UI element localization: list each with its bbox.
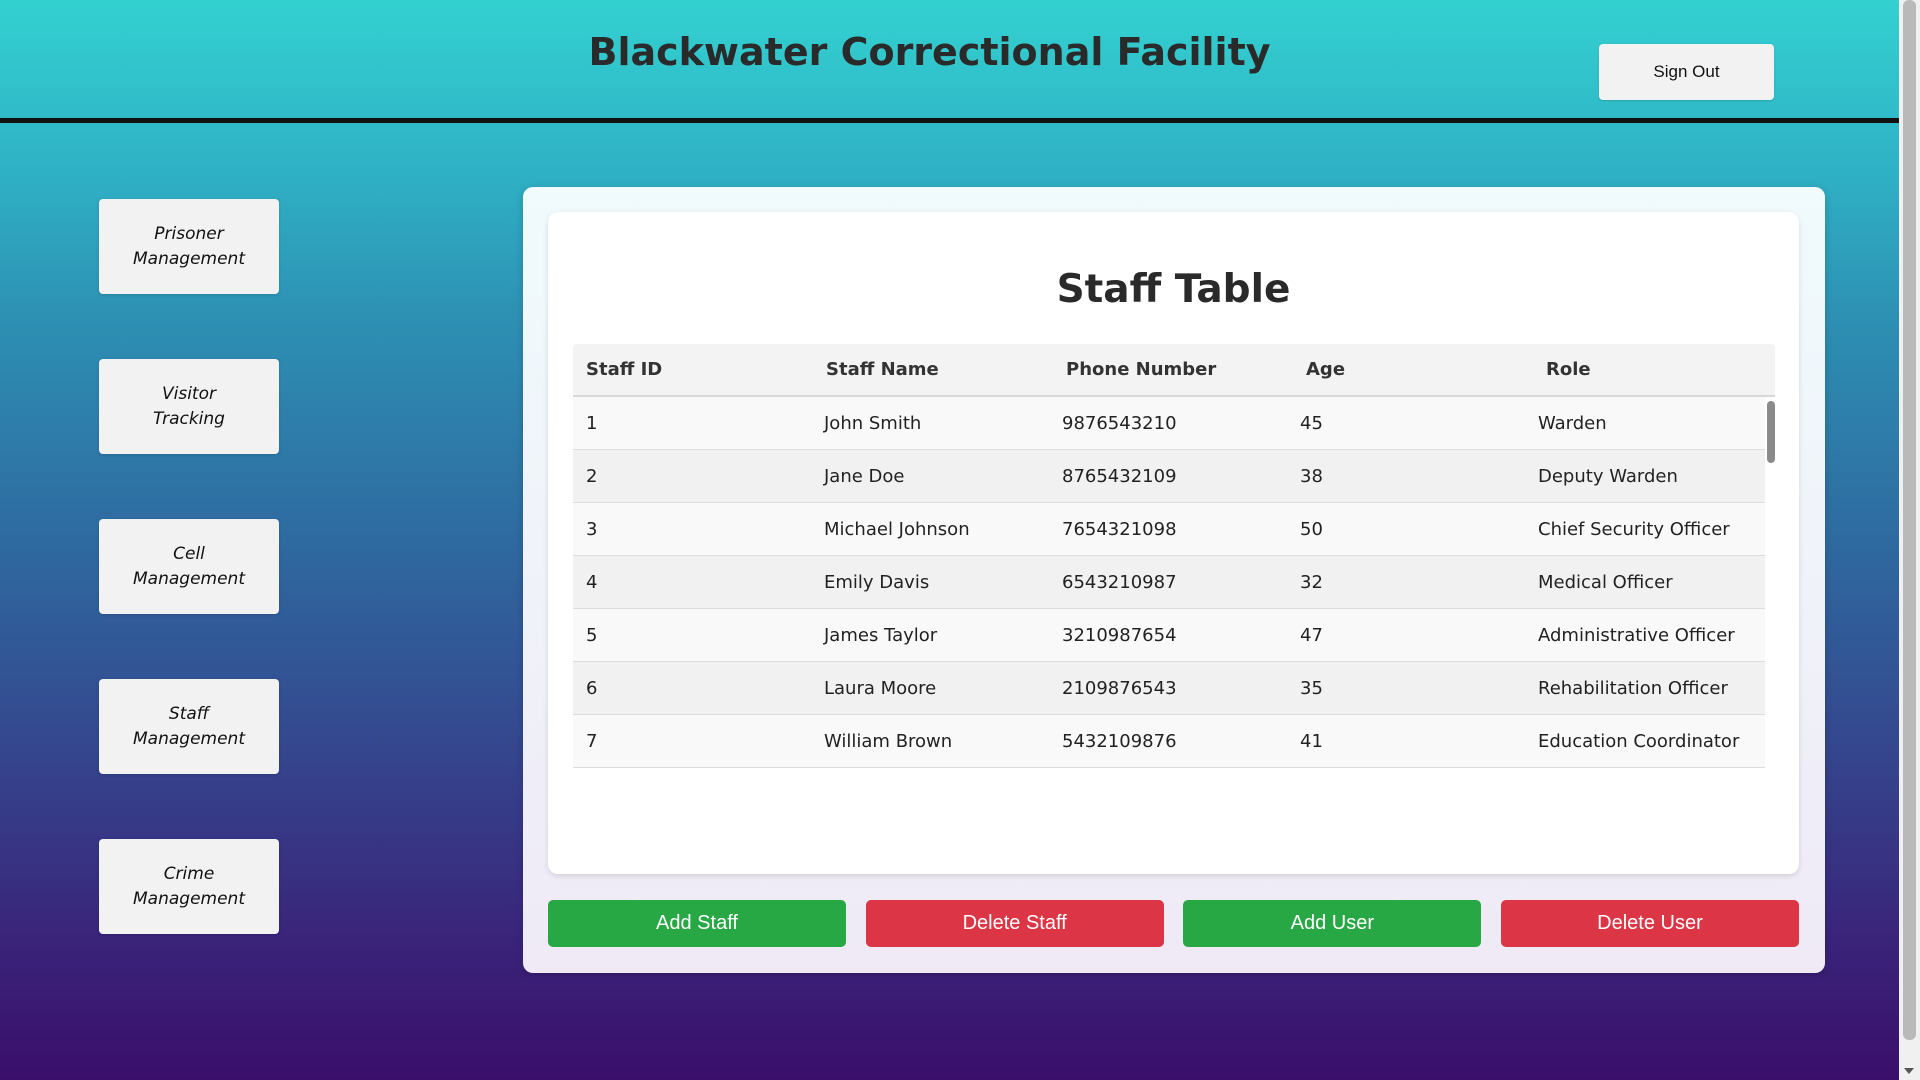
cell-phone-number: 8765432109 <box>1062 465 1177 487</box>
sidebar-item-crime-management[interactable]: Crime Management <box>99 839 279 934</box>
cell-age: 47 <box>1300 624 1323 646</box>
table-row[interactable]: 2 Jane Doe 8765432109 38 Deputy Warden <box>573 450 1765 503</box>
staff-table-card: Staff Table Staff ID Staff Name Phone Nu… <box>548 212 1799 874</box>
window-scrollbar[interactable] <box>1899 0 1920 1080</box>
column-header-staff-name: Staff Name <box>826 359 939 380</box>
sidebar-item-prisoner-management[interactable]: Prisoner Management <box>99 199 279 294</box>
sidebar-item-cell-management[interactable]: Cell Management <box>99 519 279 614</box>
table-title: Staff Table <box>1056 267 1291 312</box>
cell-age: 32 <box>1300 571 1323 593</box>
page: Blackwater Correctional Facility Sign Ou… <box>0 0 1899 1080</box>
header: Blackwater Correctional Facility Sign Ou… <box>0 0 1899 123</box>
cell-staff-name: Michael Johnson <box>824 518 970 540</box>
cell-staff-id: 5 <box>586 624 598 646</box>
cell-phone-number: 6543210987 <box>1062 571 1177 593</box>
column-header-age: Age <box>1306 359 1346 380</box>
action-bar: Add Staff Delete Staff Add User Delete U… <box>548 900 1799 947</box>
cell-staff-name: Emily Davis <box>824 571 930 593</box>
add-user-button[interactable]: Add User <box>1183 900 1482 947</box>
cell-age: 41 <box>1300 730 1323 752</box>
cell-age: 35 <box>1300 677 1323 699</box>
table-body[interactable]: 1 John Smith 9876543210 45 Warden 2 Jane… <box>573 397 1775 769</box>
table-header: Staff ID Staff Name Phone Number Age Rol… <box>573 344 1775 397</box>
cell-staff-id: 2 <box>586 465 598 487</box>
cell-role: Education Coordinator <box>1538 730 1740 752</box>
table-row[interactable]: 1 John Smith 9876543210 45 Warden <box>573 397 1765 450</box>
sidebar-item-staff-management[interactable]: Staff Management <box>99 679 279 774</box>
cell-age: 45 <box>1300 412 1323 434</box>
cell-staff-name: James Taylor <box>824 624 938 646</box>
cell-staff-id: 1 <box>586 412 598 434</box>
sidebar-item-visitor-tracking[interactable]: Visitor Tracking <box>99 359 279 454</box>
scroll-down-arrow-icon[interactable] <box>1904 1068 1914 1074</box>
table-row[interactable]: 4 Emily Davis 6543210987 32 Medical Offi… <box>573 556 1765 609</box>
cell-staff-name: John Smith <box>824 412 922 434</box>
window-scrollbar-thumb[interactable] <box>1903 0 1916 1040</box>
table-row[interactable]: 5 James Taylor 3210987654 47 Administrat… <box>573 609 1765 662</box>
cell-staff-id: 4 <box>586 571 598 593</box>
cell-staff-id: 3 <box>586 518 598 540</box>
cell-role: Deputy Warden <box>1538 465 1678 487</box>
cell-staff-id: 7 <box>586 730 598 752</box>
cell-staff-id: 6 <box>586 677 598 699</box>
cell-role: Rehabilitation Officer <box>1538 677 1728 699</box>
column-header-role: Role <box>1546 359 1591 380</box>
table-row[interactable]: 7 William Brown 5432109876 41 Education … <box>573 715 1765 768</box>
staff-table: Staff ID Staff Name Phone Number Age Rol… <box>573 344 1775 769</box>
sidebar-item-label: Crime Management <box>133 863 245 909</box>
cell-staff-name: Jane Doe <box>824 465 905 487</box>
cell-role: Administrative Officer <box>1538 624 1735 646</box>
cell-staff-name: William Brown <box>824 730 953 752</box>
cell-staff-name: Laura Moore <box>824 677 937 699</box>
sidebar: Prisoner Management Visitor Tracking Cel… <box>99 199 279 999</box>
add-staff-button[interactable]: Add Staff <box>548 900 846 947</box>
sign-out-button[interactable]: Sign Out <box>1599 44 1774 100</box>
sidebar-item-label: Staff Management <box>133 703 245 749</box>
delete-staff-button[interactable]: Delete Staff <box>865 900 1164 947</box>
sidebar-item-label: Visitor Tracking <box>153 383 225 429</box>
cell-phone-number: 5432109876 <box>1062 730 1177 752</box>
main-panel: Staff Table Staff ID Staff Name Phone Nu… <box>523 187 1825 973</box>
delete-user-button[interactable]: Delete User <box>1500 900 1799 947</box>
table-row[interactable]: 3 Michael Johnson 7654321098 50 Chief Se… <box>573 503 1765 556</box>
column-header-staff-id: Staff ID <box>586 359 663 380</box>
cell-role: Warden <box>1538 412 1607 434</box>
cell-role: Chief Security Officer <box>1538 518 1730 540</box>
cell-phone-number: 7654321098 <box>1062 518 1177 540</box>
table-scrollbar[interactable] <box>1767 401 1775 463</box>
cell-age: 50 <box>1300 518 1323 540</box>
cell-phone-number: 3210987654 <box>1062 624 1177 646</box>
sidebar-item-label: Prisoner Management <box>133 223 245 269</box>
cell-phone-number: 9876543210 <box>1062 412 1177 434</box>
sidebar-item-label: Cell Management <box>133 543 245 589</box>
cell-age: 38 <box>1300 465 1323 487</box>
cell-role: Medical Officer <box>1538 571 1673 593</box>
cell-phone-number: 2109876543 <box>1062 677 1177 699</box>
table-row[interactable]: 6 Laura Moore 2109876543 35 Rehabilitati… <box>573 662 1765 715</box>
column-header-phone-number: Phone Number <box>1066 359 1217 380</box>
